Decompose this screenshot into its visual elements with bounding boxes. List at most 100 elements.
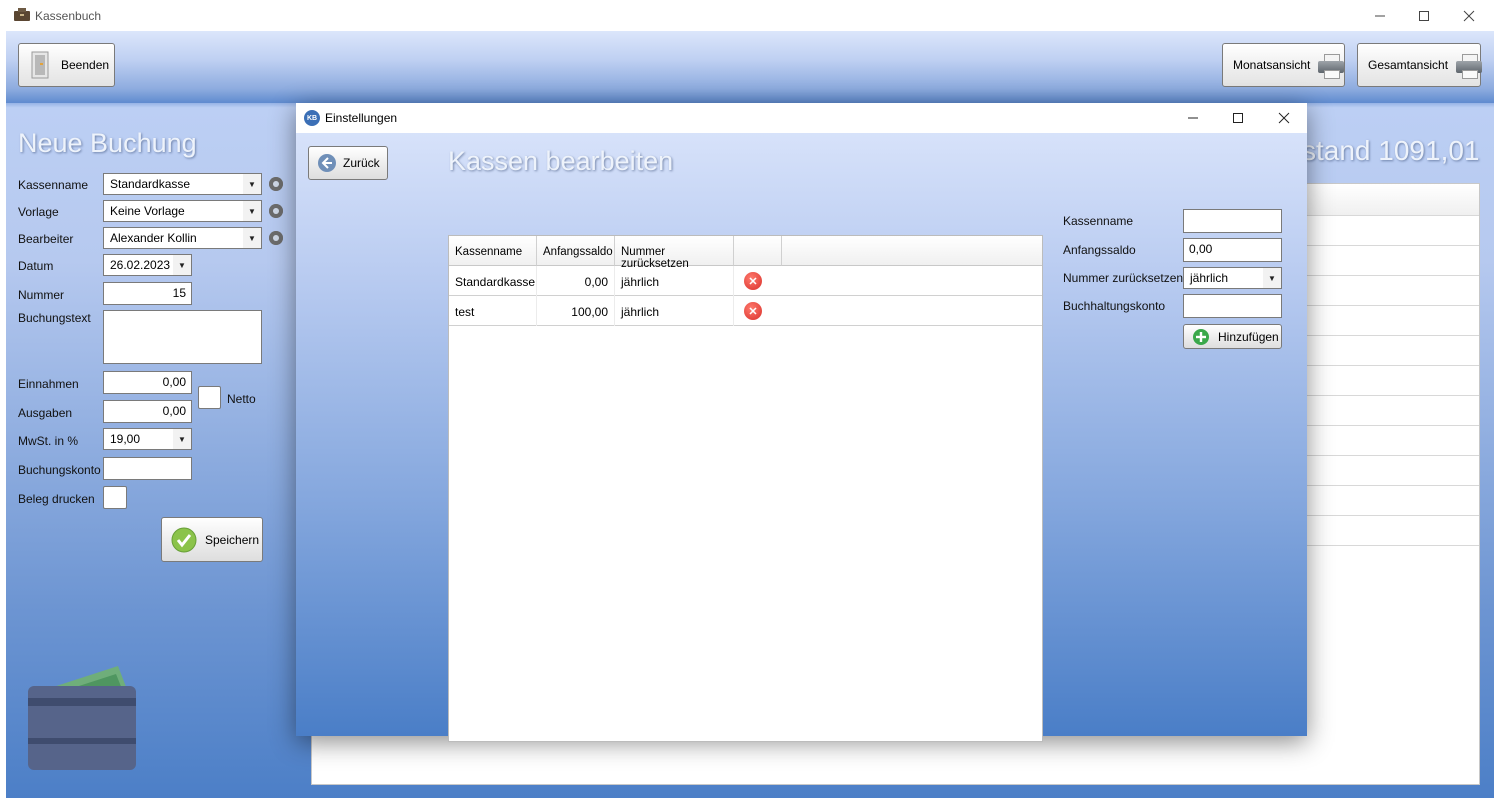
nummer-field[interactable]: 15: [103, 282, 192, 305]
dialog-heading: Kassen bearbeiten: [448, 146, 674, 176]
settings-dialog: KB Einstellungen Zurück Kassen bearbeite…: [296, 103, 1307, 742]
gear-icon[interactable]: [269, 231, 283, 245]
window-title: Kassenbuch: [35, 9, 102, 23]
total-view-button[interactable]: Gesamtansicht: [1357, 43, 1483, 87]
back-button[interactable]: Zurück: [308, 146, 388, 180]
dialog-minimize-button[interactable]: [1170, 103, 1216, 133]
mwst-label: MwSt. in %: [18, 434, 79, 448]
buchungskonto-field[interactable]: [103, 457, 192, 480]
ausgaben-label: Ausgaben: [18, 406, 73, 420]
save-label: Speichern: [205, 532, 260, 547]
printer-icon: [1318, 52, 1345, 79]
form-nummer-value: jährlich: [1190, 271, 1229, 285]
close-icon: [1463, 10, 1475, 21]
netto-label: Netto: [227, 392, 256, 406]
delete-icon[interactable]: ✕: [744, 272, 762, 290]
chevron-down-icon: ▼: [243, 228, 261, 248]
mwst-value: 19,00: [110, 432, 141, 446]
title-bar: Kassenbuch: [0, 0, 1500, 31]
wallet-icon: [26, 662, 138, 772]
printer-icon: [1456, 52, 1483, 79]
form-nummer-combo[interactable]: jährlich ▼: [1183, 267, 1282, 289]
datum-value: 26.02.2023: [110, 258, 171, 272]
vorlage-value: Keine Vorlage: [110, 204, 185, 218]
cell-kassenname: test: [449, 296, 537, 326]
nummer-label: Nummer: [18, 288, 65, 302]
back-label: Zurück: [343, 156, 380, 170]
beleg-drucken-label: Beleg drucken: [18, 492, 95, 506]
cash-box-icon: [14, 8, 30, 21]
buchungstext-label: Buchungstext: [18, 311, 91, 325]
cell-kassenname: Standardkasse: [449, 266, 537, 296]
minimize-icon: [1188, 117, 1198, 119]
chevron-down-icon: ▼: [173, 255, 191, 275]
column-header-kassenname[interactable]: Kassenname: [449, 236, 537, 266]
column-header-nummer[interactable]: Nummer zurücksetzen: [615, 236, 734, 270]
ausgaben-field[interactable]: 0,00: [103, 400, 192, 423]
dialog-maximize-button[interactable]: [1215, 103, 1261, 133]
column-header-filler: [782, 236, 1042, 266]
quit-button[interactable]: Beenden: [18, 43, 115, 87]
add-button[interactable]: Hinzufügen: [1183, 324, 1282, 349]
table-row[interactable]: test 100,00 jährlich ✕: [449, 296, 1042, 326]
dialog-title: Einstellungen: [325, 111, 398, 125]
close-button[interactable]: [1446, 0, 1492, 31]
quit-label: Beenden: [61, 58, 110, 72]
dialog-client-area: Zurück Kassen bearbeiten Kassenname Anfa…: [296, 133, 1307, 742]
einnahmen-field[interactable]: 0,00: [103, 371, 192, 394]
kassenname-label: Kassenname: [18, 178, 89, 192]
month-view-label: Monatsansicht: [1233, 58, 1311, 72]
month-view-button[interactable]: Monatsansicht: [1222, 43, 1345, 87]
kassen-table[interactable]: Kassenname Anfangssaldo Nummer zurückset…: [448, 235, 1043, 742]
cell-anfangssaldo: 100,00: [537, 296, 615, 326]
form-nummer-label: Nummer zurücksetzen: [1063, 271, 1184, 285]
kassenname-value: Standardkasse: [110, 177, 191, 191]
column-header-delete[interactable]: [734, 236, 782, 266]
maximize-icon: [1419, 10, 1429, 21]
gear-icon[interactable]: [269, 177, 283, 191]
total-view-label: Gesamtansicht: [1368, 58, 1449, 72]
dialog-close-button[interactable]: [1261, 103, 1307, 133]
column-header-anfangssaldo[interactable]: Anfangssaldo: [537, 236, 615, 266]
chevron-down-icon: ▼: [243, 174, 261, 194]
kassenname-combo[interactable]: Standardkasse ▼: [103, 173, 262, 195]
form-kassenname-label: Kassenname: [1063, 214, 1134, 228]
beleg-drucken-checkbox[interactable]: [103, 486, 127, 509]
chevron-down-icon: ▼: [173, 429, 191, 449]
close-icon: [1278, 112, 1290, 124]
buchungstext-field[interactable]: [103, 310, 262, 364]
save-button[interactable]: Speichern: [161, 517, 263, 562]
bearbeiter-value: Alexander Kollin: [110, 231, 197, 245]
gear-icon[interactable]: [269, 204, 283, 218]
minimize-button[interactable]: [1357, 0, 1403, 31]
table-row[interactable]: Standardkasse 0,00 jährlich ✕: [449, 266, 1042, 296]
cell-nummer: jährlich: [615, 266, 734, 296]
arrow-left-icon: [318, 154, 336, 172]
bearbeiter-label: Bearbeiter: [18, 232, 74, 246]
netto-checkbox[interactable]: [198, 386, 221, 409]
kb-logo-icon: KB: [304, 110, 320, 126]
chevron-down-icon: ▼: [243, 201, 261, 221]
buchungskonto-label: Buchungskonto: [18, 463, 101, 477]
einnahmen-label: Einnahmen: [18, 377, 79, 391]
new-booking-title: Neue Buchung: [18, 128, 197, 158]
bearbeiter-combo[interactable]: Alexander Kollin ▼: [103, 227, 262, 249]
cell-anfangssaldo: 0,00: [537, 266, 615, 296]
vorlage-label: Vorlage: [18, 205, 59, 219]
door-icon: [31, 51, 49, 79]
maximize-button[interactable]: [1401, 0, 1447, 31]
form-kassenname-field[interactable]: [1183, 209, 1282, 233]
form-anfangssaldo-label: Anfangssaldo: [1063, 243, 1136, 257]
chevron-down-icon: ▼: [1263, 268, 1281, 288]
form-buchhaltungskonto-field[interactable]: [1183, 294, 1282, 318]
delete-icon[interactable]: ✕: [744, 302, 762, 320]
plus-icon: [1193, 328, 1209, 345]
balance-text: stand 1091,01: [1302, 135, 1480, 166]
mwst-combo[interactable]: 19,00 ▼: [103, 428, 192, 450]
form-anfangssaldo-field[interactable]: 0,00: [1183, 238, 1282, 262]
datum-picker[interactable]: 26.02.2023 ▼: [103, 254, 192, 276]
datum-label: Datum: [18, 259, 54, 273]
vorlage-combo[interactable]: Keine Vorlage ▼: [103, 200, 262, 222]
minimize-icon: [1375, 15, 1385, 16]
cell-nummer: jährlich: [615, 296, 734, 326]
